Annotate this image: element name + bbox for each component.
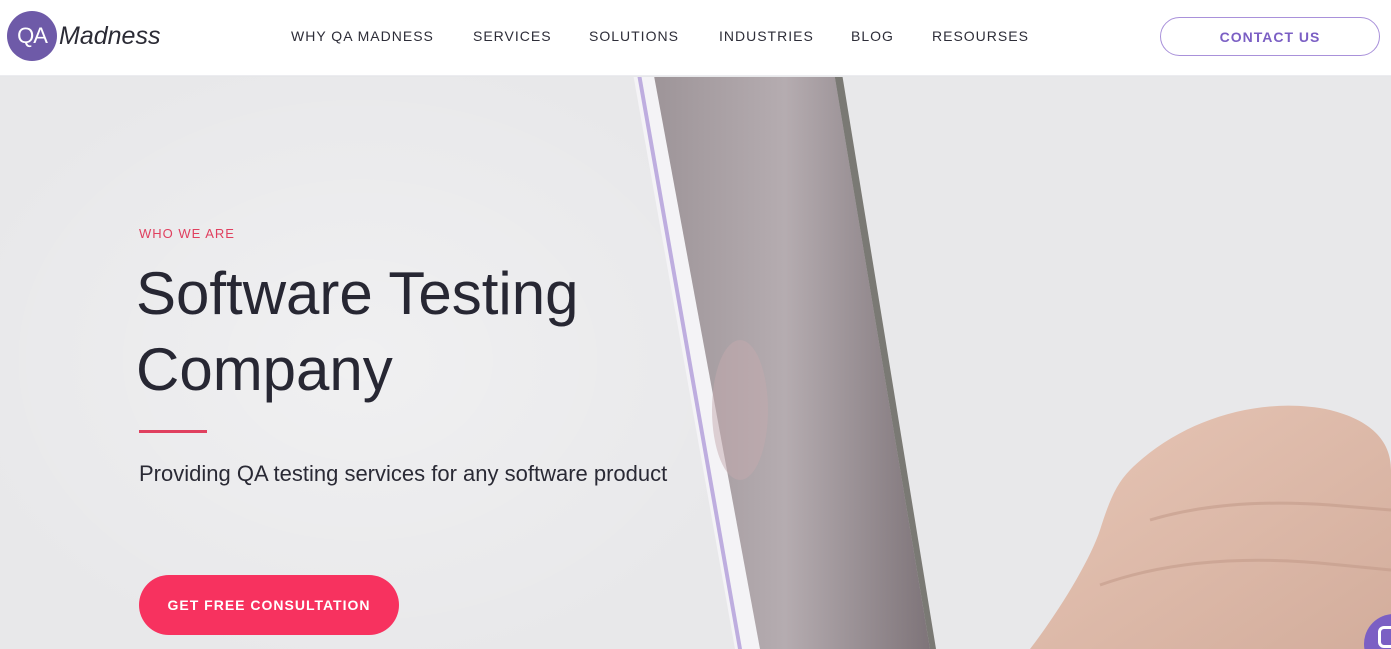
- nav-item-solutions[interactable]: SOLUTIONS: [589, 28, 679, 44]
- nav-item-services[interactable]: SERVICES: [473, 28, 552, 44]
- logo[interactable]: QA Madness: [7, 11, 160, 61]
- nav-item-resources[interactable]: RESOURSES: [932, 28, 1029, 44]
- hero-eyebrow: WHO WE ARE: [139, 226, 235, 241]
- hero-subtitle: Providing QA testing services for any so…: [139, 461, 668, 486]
- nav-item-industries[interactable]: INDUSTRIES: [719, 28, 814, 44]
- nav-item-blog[interactable]: BLOG: [851, 28, 894, 44]
- hero-title-line-1: Software Testing: [136, 260, 579, 327]
- hero-title: Software Testing Company: [136, 256, 656, 408]
- hero-section: WHO WE ARE Software Testing Company Prov…: [0, 77, 1391, 649]
- hero-title-line-2: Company: [136, 336, 393, 403]
- get-free-consultation-button[interactable]: GET FREE CONSULTATION: [139, 575, 399, 635]
- logo-mark: QA: [7, 11, 57, 61]
- logo-wordmark: Madness: [59, 21, 161, 50]
- hero-divider: [139, 430, 207, 433]
- contact-us-button[interactable]: CONTACT US: [1160, 17, 1380, 56]
- site-header: QA Madness WHY QA MADNESS SERVICES SOLUT…: [0, 0, 1391, 76]
- nav-item-why-qa-madness[interactable]: WHY QA MADNESS: [291, 28, 434, 44]
